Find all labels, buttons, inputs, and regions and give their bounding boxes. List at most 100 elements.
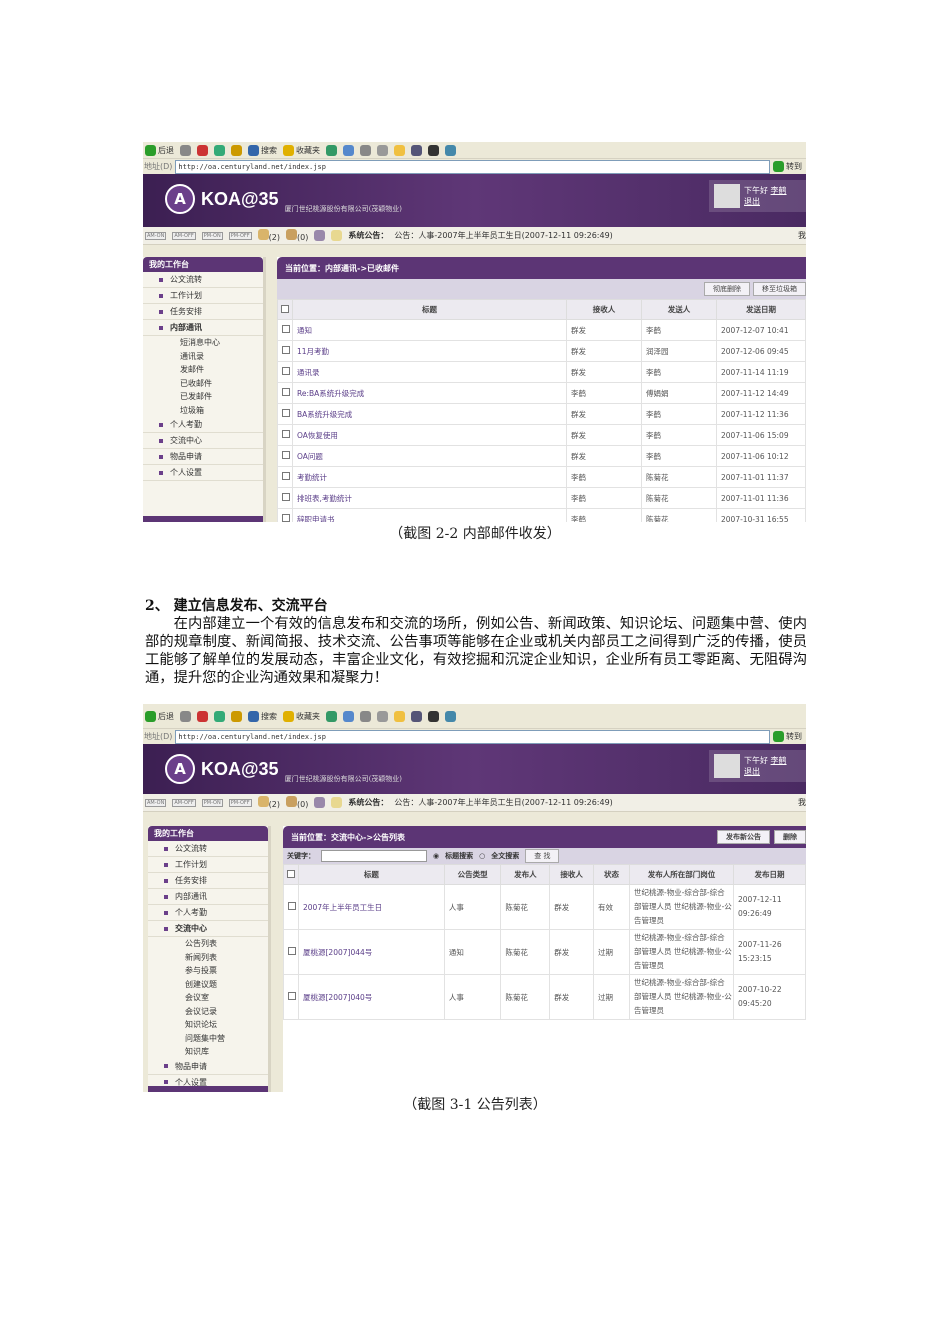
toolbar-button[interactable] [214,710,225,722]
toolbar-button[interactable] [428,144,439,156]
action-button[interactable]: 发布新公告 [717,830,770,844]
toolbar-button[interactable] [326,144,337,156]
toolbar-button[interactable] [343,710,354,722]
toolbar-button[interactable] [231,710,242,722]
sidebar-item[interactable]: 公文流转 [143,272,263,288]
sidebar-subitem[interactable]: 会议室 [148,991,268,1005]
attendance-mode-button[interactable]: AM-OFF [172,798,196,807]
attendance-mode-button[interactable]: AM-ON [145,231,167,240]
notice-text[interactable]: 公告：人事-2007年上半年员工生日(2007-12-11 09:26:49) [394,230,612,241]
row-checkbox[interactable] [282,325,290,333]
toolbar-button[interactable] [214,144,225,156]
title-link[interactable]: 通讯录 [292,361,567,383]
mail-counter[interactable]: (2) [257,229,280,242]
notice-text[interactable]: 公告：人事-2007年上半年员工生日(2007-12-11 09:26:49) [394,797,612,808]
action-button[interactable]: 删除 [774,830,806,844]
keyword-input[interactable] [321,850,427,862]
sidebar-subitem[interactable]: 会议记录 [148,1005,268,1019]
sidebar-subitem[interactable]: 已收邮件 [143,377,263,391]
sidebar-item[interactable]: 交流中心 [143,433,263,449]
attendance-mode-button[interactable]: AM-ON [145,798,167,807]
row-checkbox[interactable] [282,367,290,375]
row-checkbox[interactable] [282,493,290,501]
sidebar-header[interactable]: 我的工作台 [148,826,268,841]
logout-link[interactable]: 退出 [744,767,760,776]
toolbar-button[interactable] [360,710,371,722]
sidebar-item[interactable]: 个人设置 [143,465,263,481]
message-counter[interactable]: (0) [286,796,308,809]
toolbar-button[interactable] [394,710,405,722]
row-checkbox[interactable] [288,947,296,955]
url-input[interactable]: http://oa.centuryland.net/index.jsp [175,729,770,744]
go-button[interactable]: 转到 [773,161,806,172]
attendance-mode-button[interactable]: AM-OFF [172,231,196,240]
row-checkbox[interactable] [282,346,290,354]
url-input[interactable]: http://oa.centuryland.net/index.jsp [175,159,770,174]
attendance-mode-button[interactable]: PM-ON [201,231,223,240]
go-button[interactable]: 转到 [773,731,806,742]
sidebar-subitem[interactable]: 创建议题 [148,978,268,992]
sidebar-subitem[interactable]: 问题集中营 [148,1032,268,1046]
sidebar-subitem[interactable]: 参与投票 [148,964,268,978]
title-link[interactable]: 2007年上半年员工生日 [298,884,445,930]
toolbar-button[interactable] [197,710,208,722]
sidebar-subitem[interactable]: 发邮件 [143,363,263,377]
sidebar-subitem[interactable]: 垃圾箱 [143,404,263,418]
toolbar-button[interactable] [445,144,456,156]
row-checkbox[interactable] [288,992,296,1000]
sidebar-item[interactable]: 内部通讯 [143,320,263,336]
toolbar-button[interactable] [231,144,242,156]
attendance-mode-button[interactable]: PM-OFF [228,231,252,240]
logout-link[interactable]: 退出 [744,197,760,206]
sidebar-subitem[interactable]: 已发邮件 [143,390,263,404]
title-link[interactable]: OA恢复使用 [292,424,567,446]
row-checkbox[interactable] [282,514,290,522]
toolbar-button[interactable] [377,144,388,156]
row-checkbox[interactable] [282,430,290,438]
toolbar-button[interactable]: 收藏夹 [283,710,320,722]
radio-title-search[interactable]: ◉ [433,852,439,860]
sidebar-item[interactable]: 交流中心 [148,921,268,937]
title-link[interactable]: 厦桃源[2007]040号 [298,974,445,1020]
action-button[interactable]: 移至垃圾箱 [753,282,806,296]
title-link[interactable]: 考勤统计 [292,466,567,488]
sidebar-item[interactable]: 工作计划 [148,857,268,873]
sidebar-item[interactable]: 公文流转 [148,841,268,857]
radio-fulltext-search[interactable]: ○ [479,852,485,860]
toolbar-button[interactable] [428,710,439,722]
row-checkbox[interactable] [282,388,290,396]
sidebar-subitem[interactable]: 公告列表 [148,937,268,951]
sidebar-subitem[interactable]: 知识库 [148,1045,268,1059]
toolbar-button[interactable] [197,144,208,156]
sidebar-item[interactable]: 任务安排 [148,873,268,889]
row-checkbox[interactable] [282,451,290,459]
attendance-mode-button[interactable]: PM-ON [201,798,223,807]
toolbar-button[interactable] [180,710,191,722]
attendance-mode-button[interactable]: PM-OFF [228,798,252,807]
toolbar-button[interactable]: 搜索 [248,144,277,156]
mail-counter[interactable]: (2) [257,796,280,809]
sidebar-subitem[interactable]: 知识论坛 [148,1018,268,1032]
toolbar-button[interactable]: 后退 [145,710,174,722]
title-link[interactable]: Re:BA系统升级完成 [292,382,567,404]
row-checkbox[interactable] [288,902,296,910]
toolbar-button[interactable] [360,144,371,156]
row-checkbox[interactable] [282,472,290,480]
toolbar-button[interactable]: 搜索 [248,710,277,722]
sidebar-item[interactable]: 内部通讯 [148,889,268,905]
title-link[interactable]: 11月考勤 [292,340,567,362]
sidebar-item[interactable]: 物品申请 [143,449,263,465]
toolbar-button[interactable] [180,144,191,156]
user-link[interactable]: 李鹤 [771,756,787,765]
toolbar-button[interactable]: 后退 [145,144,174,156]
user-link[interactable]: 李鹤 [771,186,787,195]
sidebar-item[interactable]: 任务安排 [143,304,263,320]
sidebar-header[interactable]: 我的工作台 [143,257,263,272]
toolbar-button[interactable] [445,710,456,722]
toolbar-button[interactable] [326,710,337,722]
sidebar-subitem[interactable]: 新闻列表 [148,951,268,965]
toolbar-button[interactable] [377,710,388,722]
sidebar-item[interactable]: 工作计划 [143,288,263,304]
sidebar-subitem[interactable]: 通讯录 [143,350,263,364]
sidebar-item[interactable]: 个人考勤 [143,417,263,433]
